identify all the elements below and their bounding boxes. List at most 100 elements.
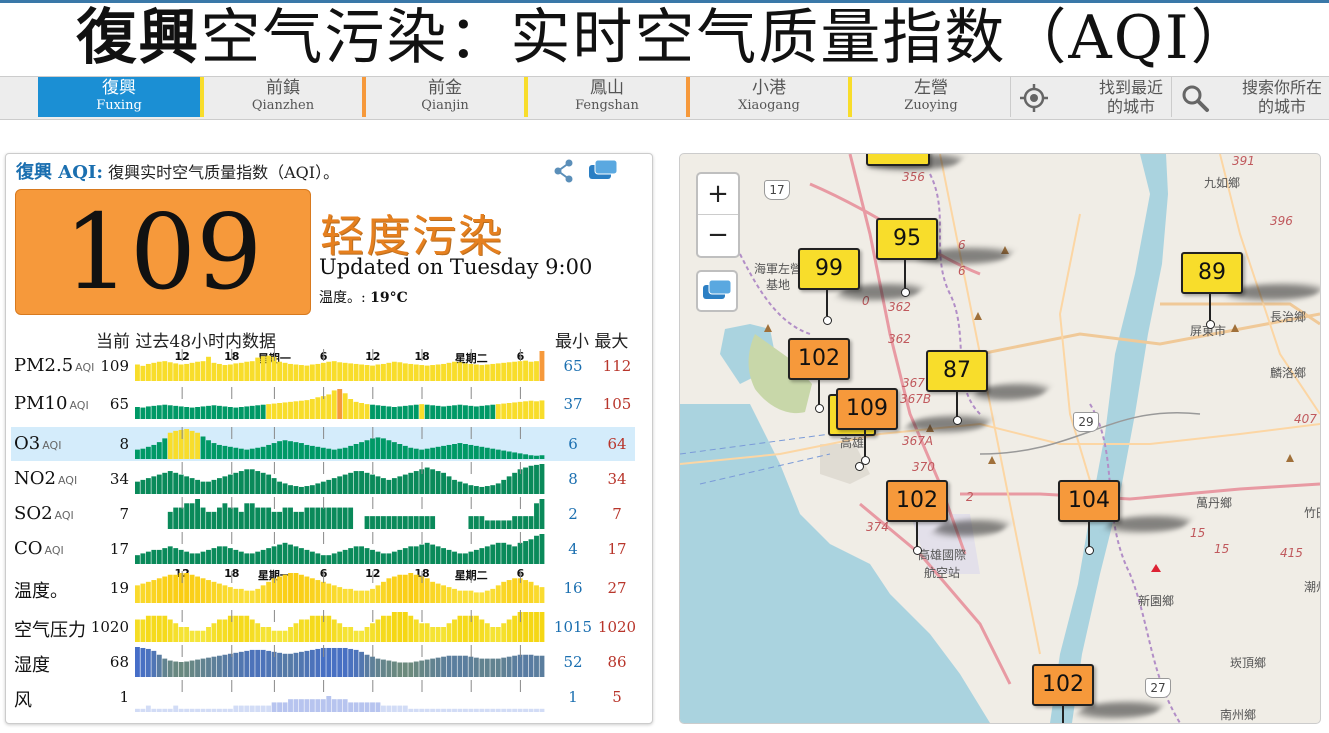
history-bar: [402, 548, 408, 564]
history-bar: [282, 440, 288, 459]
history-bar: [446, 708, 452, 712]
nav-station-qianzhen[interactable]: 前鎮 Qianzhen: [205, 77, 361, 117]
history-bar: [277, 441, 282, 459]
marker-stem: [1062, 706, 1064, 723]
history-bar: [441, 363, 446, 381]
pollutant-row[interactable]: 湿度 68 52 86: [11, 645, 635, 679]
zoom-out-button[interactable]: −: [698, 215, 738, 255]
aqi-marker[interactable]: 109: [836, 388, 898, 430]
history-bar: [145, 406, 151, 419]
current-value: 1020: [90, 618, 129, 636]
history-bar: [140, 553, 146, 564]
history-bar: [249, 590, 255, 603]
nav-station-fuxing[interactable]: 復興 Fuxing: [38, 77, 200, 117]
route-number: 367B: [900, 392, 932, 406]
pollutant-row[interactable]: 风 1 1 5: [11, 680, 635, 714]
history-bar: [528, 539, 534, 564]
history-bar: [331, 647, 337, 677]
nav-station-label: 小港: [752, 78, 786, 98]
history-bar: [391, 576, 397, 603]
aqi-marker[interactable]: 104: [1058, 480, 1120, 522]
history-bar: [151, 615, 157, 642]
history-bar: [452, 479, 457, 494]
history-bar: [512, 546, 518, 564]
history-bar: [424, 708, 430, 712]
zoom-in-button[interactable]: +: [698, 174, 738, 215]
history-bar: [539, 499, 545, 529]
aqi-marker[interactable]: [866, 154, 930, 166]
history-bar: [413, 516, 419, 529]
history-bar: [167, 405, 173, 419]
find-nearest-city-button[interactable]: 找到最近 的城市: [1010, 77, 1171, 117]
history-bar: [359, 630, 364, 642]
search-city-button[interactable]: 搜索你所在 的城市: [1171, 77, 1329, 117]
pollutant-row[interactable]: 空气压力 1020 1015 1020: [11, 610, 636, 644]
history-bar: [266, 627, 272, 642]
pollutant-name-text: O3: [14, 433, 41, 454]
widget-cards-icon[interactable]: [588, 159, 618, 181]
aqi-marker[interactable]: 99: [798, 248, 860, 290]
aqi-marker[interactable]: 89: [1181, 252, 1243, 294]
pollutant-row[interactable]: SO2 AQI 7 2 7: [11, 497, 635, 531]
aqi-marker[interactable]: 102: [788, 338, 850, 380]
history-bar: [249, 553, 255, 564]
pollutant-name: SO2 AQI: [14, 503, 74, 524]
history-sparkbar: [135, 462, 545, 494]
aqi-marker[interactable]: 102: [886, 480, 948, 522]
history-bar: [375, 658, 381, 677]
history-bar: [288, 653, 293, 677]
history-bar: [145, 551, 151, 564]
aqi-marker[interactable]: 87: [926, 350, 988, 392]
history-bar: [260, 627, 266, 642]
aqi-map[interactable]: + − 17 29 27 356 362 362 367 367B 367A 3…: [679, 153, 1321, 724]
history-bar: [364, 548, 370, 564]
history-bar: [523, 541, 528, 564]
nav-station-qianjin[interactable]: 前金 Qianjin: [367, 77, 523, 117]
map-layers-button[interactable]: [696, 270, 738, 312]
history-bar: [135, 619, 140, 642]
pollutant-row[interactable]: O3 AQI 8 6 64: [11, 427, 635, 461]
aqi-marker[interactable]: 102: [1032, 664, 1094, 706]
current-value: 17: [109, 540, 129, 558]
nav-color-marker: [200, 77, 204, 117]
history-bar: [145, 705, 151, 712]
history-bar: [501, 403, 507, 419]
pollutant-row[interactable]: 温度。 19 16 27: [11, 571, 635, 605]
history-bar: [206, 405, 211, 419]
share-icon[interactable]: [553, 159, 575, 183]
history-bar: [195, 553, 200, 564]
history-bar: [162, 615, 168, 642]
pollutant-row[interactable]: CO AQI 17 4 17: [11, 532, 635, 566]
aqi-marker[interactable]: 95: [876, 218, 938, 260]
history-bar: [539, 655, 545, 677]
history-bar: [353, 630, 359, 642]
history-bar: [266, 507, 272, 529]
history-bar: [331, 553, 337, 564]
search-city-label: 搜索你所在 的城市: [1242, 78, 1322, 116]
history-bar: [156, 708, 162, 712]
nav-station-zuoying[interactable]: 左營 Zuoying: [853, 77, 1009, 117]
history-bar: [484, 546, 490, 564]
pollutant-row[interactable]: NO2 AQI 34 8 34: [11, 462, 635, 496]
history-bar: [227, 708, 233, 712]
history-bar: [277, 652, 282, 677]
history-bar: [468, 444, 474, 459]
nav-station-xiaogang[interactable]: 小港 Xiaogang: [691, 77, 847, 117]
nav-station-fengshan[interactable]: 鳳山 Fengshan: [529, 77, 685, 117]
history-bar: [534, 464, 539, 494]
pollutant-row[interactable]: PM10 AQI 65 37 105: [11, 387, 635, 421]
history-bar: [490, 404, 496, 419]
history-bar: [359, 651, 364, 677]
history-bar: [249, 405, 255, 419]
history-bar: [391, 705, 397, 712]
history-bar: [364, 440, 370, 459]
history-bar: [375, 551, 381, 564]
history-bar: [402, 574, 408, 603]
history-bar: [402, 445, 408, 460]
history-bar: [304, 576, 310, 603]
history-bar: [490, 448, 496, 459]
history-bar: [293, 699, 299, 712]
pollutant-row[interactable]: PM2.5 AQI 109 65 112: [11, 349, 635, 383]
marker-stem: [904, 260, 906, 288]
history-bar: [348, 445, 354, 460]
